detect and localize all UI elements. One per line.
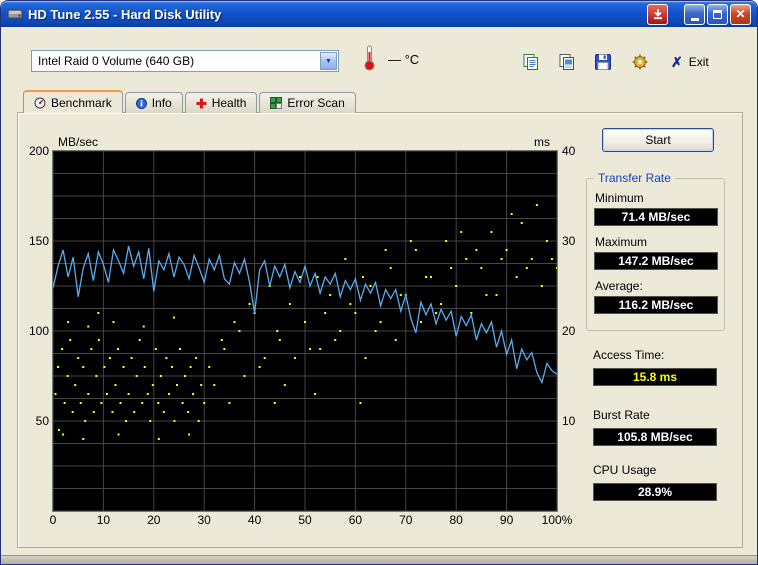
average-label: Average: (595, 279, 643, 293)
cpu-usage-value: 28.9% (593, 483, 717, 501)
exit-label: Exit (688, 55, 709, 69)
y-left-axis-label: MB/sec (58, 135, 99, 149)
tab-label: Error Scan (287, 96, 345, 110)
health-icon (196, 98, 207, 109)
copy-text-icon (523, 53, 538, 70)
maximize-icon (713, 9, 722, 19)
minimum-label: Minimum (595, 191, 644, 205)
copy-screenshot-icon (559, 53, 574, 70)
hdtune-window: HD Tune 2.55 - Hard Disk Utility ✕ Intel… (0, 0, 758, 565)
tab-error-scan[interactable]: Error Scan (259, 92, 356, 113)
average-value: 116.2 MB/sec (594, 296, 718, 314)
copy-text-button[interactable] (518, 49, 543, 74)
close-button[interactable]: ✕ (730, 3, 751, 25)
transfer-rate-group: Transfer Rate Minimum 71.4 MB/sec Maximu… (586, 171, 725, 331)
burst-rate-value: 105.8 MB/sec (593, 428, 717, 446)
axis-tick: 60 (348, 513, 363, 527)
tab-health[interactable]: Health (184, 92, 258, 113)
minimum-value: 71.4 MB/sec (594, 208, 718, 226)
axis-tick: 10 (96, 513, 111, 527)
minimize-icon (690, 17, 699, 21)
exit-x-icon: ✗ (671, 53, 683, 70)
benchmark-icon (34, 97, 46, 109)
maximum-value: 147.2 MB/sec (594, 252, 718, 270)
download-icon (653, 9, 662, 20)
axis-tick: 80 (449, 513, 463, 527)
maximize-button[interactable] (707, 3, 728, 25)
window-bottom-edge (1, 555, 757, 564)
axis-tick: 100 (28, 324, 49, 338)
axis-tick: 20 (562, 324, 576, 338)
axis-tick: 30 (562, 234, 576, 248)
axis-tick: 50 (298, 513, 312, 527)
axis-tick: 150 (28, 234, 49, 248)
window-title: HD Tune 2.55 - Hard Disk Utility (28, 6, 222, 22)
download-button[interactable] (647, 3, 668, 25)
chevron-down-icon[interactable]: ▼ (320, 52, 337, 70)
cpu-usage-label: CPU Usage (593, 463, 657, 477)
burst-rate-label: Burst Rate (593, 408, 650, 422)
save-screenshot-button[interactable] (590, 49, 615, 74)
axis-tick: 10 (562, 414, 576, 428)
axis-tick: 40 (247, 513, 262, 527)
axis-tick: 50 (35, 414, 49, 428)
tab-bar: Benchmark Info Health Error Scan (23, 90, 358, 113)
app-icon[interactable] (7, 6, 23, 22)
axis-tick: 0 (49, 513, 57, 527)
axis-tick: 30 (197, 513, 211, 527)
info-icon (135, 97, 147, 109)
thermometer-icon (363, 44, 376, 76)
tab-label: Health (211, 96, 247, 110)
tab-label: Info (151, 96, 172, 110)
toolbar: Intel Raid 0 Volume (640 GB) ▼ — °C ✗ Ex… (1, 27, 757, 89)
transfer-rate-group-title: Transfer Rate (594, 171, 675, 185)
axis-tick: 100% (541, 513, 573, 527)
axis-tick: 40 (562, 144, 576, 158)
error-scan-icon (270, 97, 283, 109)
maximum-label: Maximum (595, 235, 648, 249)
benchmark-plot (52, 150, 558, 512)
exit-button[interactable]: ✗ Exit (667, 51, 713, 73)
y-right-axis-label: ms (534, 135, 550, 149)
start-button[interactable]: Start (602, 128, 714, 152)
access-time-value: 15.8 ms (593, 368, 717, 386)
options-button[interactable] (627, 49, 652, 74)
minimize-button[interactable] (684, 3, 705, 25)
axis-tick: 20 (147, 513, 161, 527)
save-icon (594, 53, 611, 70)
tab-benchmark[interactable]: Benchmark (23, 90, 123, 113)
axis-tick: 200 (28, 144, 49, 158)
drive-select[interactable]: Intel Raid 0 Volume (640 GB) ▼ (31, 50, 339, 72)
tab-info[interactable]: Info (124, 92, 183, 113)
access-time-label: Access Time: (593, 348, 665, 362)
drive-select-value: Intel Raid 0 Volume (640 GB) (38, 54, 195, 68)
title-bar[interactable]: HD Tune 2.55 - Hard Disk Utility ✕ (1, 1, 757, 27)
temperature-value: — °C (388, 52, 420, 67)
axis-tick: 70 (399, 513, 413, 527)
close-icon: ✕ (735, 7, 746, 21)
options-icon (632, 54, 647, 69)
copy-screenshot-button[interactable] (554, 49, 579, 74)
tab-label: Benchmark (51, 95, 112, 110)
axis-tick: 90 (499, 513, 514, 527)
